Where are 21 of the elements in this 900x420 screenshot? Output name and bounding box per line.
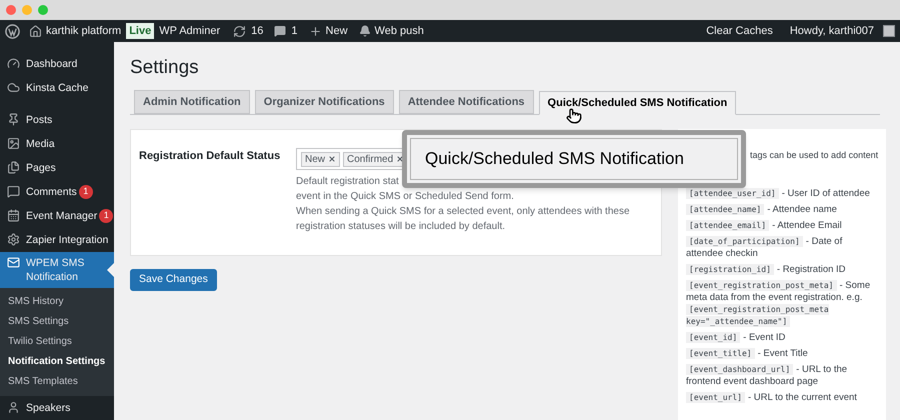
tag-entry: [attendee_name] - Attendee name [686, 204, 878, 216]
tags-intro: tags can be used to add content [750, 150, 878, 160]
tag-entry: [event_url] - URL to the current event [686, 392, 878, 404]
count-badge: 1 [78, 185, 93, 199]
callout-text: Quick/Scheduled SMS Notification [425, 148, 684, 170]
tag-entry: [event_dashboard_url] - URL to the frontend event dashboard page [686, 364, 848, 388]
tag-entry: [date_of_participation] - Date of attendee checkin [686, 236, 844, 260]
live-badge: Live [126, 22, 154, 40]
description-line: When sending a Quick SMS for a selected event, only attendees with these [296, 205, 631, 219]
tag-entry: [event_id] - Event ID [686, 332, 878, 344]
description-line: event in the Quick SMS or Scheduled Send form. [296, 190, 515, 204]
tag-entry: [event_title] - Event Title [686, 348, 878, 360]
tag-entry: [attendee_email] - Attendee Email [686, 220, 878, 232]
count-badge: 1 [99, 209, 114, 223]
setting-label: Registration Default Status [139, 149, 282, 164]
description-line: registration statuses will be included by default. [296, 220, 506, 234]
description-line: Default registration stat [296, 175, 400, 189]
tag-entry: [attendee_user_id] - User ID of attendee [686, 188, 878, 200]
page-title: Settings [130, 56, 200, 80]
tag-entry: [registration_id] - Registration ID [686, 264, 878, 276]
tag-entry: [event_registration_post_meta] - Some meta data from the event registration. e.g. [event_registration_post_meta key="_attendee_name"] [686, 280, 872, 328]
